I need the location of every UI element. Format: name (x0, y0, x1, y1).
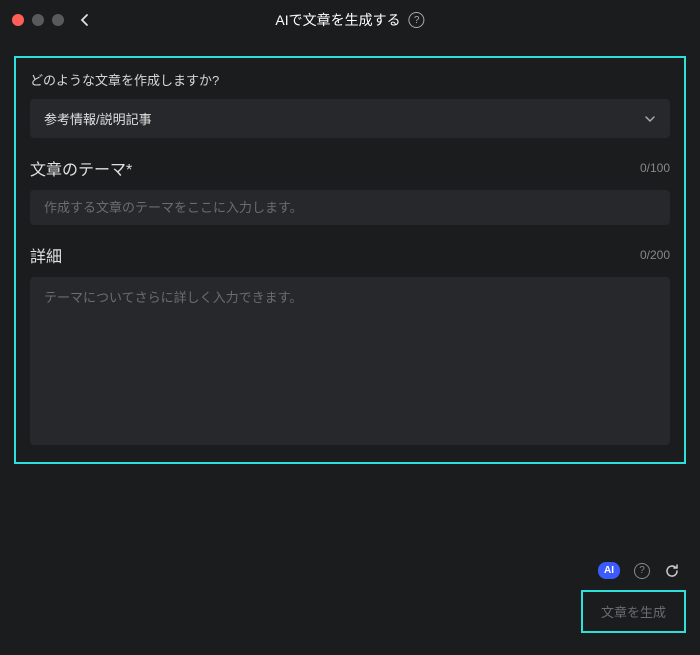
detail-label: 詳細 (30, 243, 62, 267)
help-icon[interactable]: ? (634, 563, 650, 579)
form-panel: どのような文章を作成しますか? 参考情報/説明記事 文章のテーマ* 0/100 … (14, 56, 686, 464)
theme-label-row: 文章のテーマ* 0/100 (30, 156, 670, 180)
back-button[interactable] (80, 13, 90, 27)
minimize-window-button[interactable] (32, 14, 44, 26)
theme-input[interactable] (30, 190, 670, 225)
type-label: どのような文章を作成しますか? (30, 70, 670, 89)
theme-counter: 0/100 (640, 161, 670, 175)
generate-button-label: 文章を生成 (601, 605, 666, 620)
detail-counter: 0/200 (640, 248, 670, 262)
help-icon[interactable]: ? (409, 12, 425, 28)
refresh-icon[interactable] (664, 563, 680, 579)
window-controls (12, 14, 64, 26)
detail-textarea[interactable] (30, 277, 670, 445)
close-window-button[interactable] (12, 14, 24, 26)
window-title-group: AIで文章を生成する ? (275, 10, 424, 30)
theme-label: 文章のテーマ* (30, 156, 132, 180)
type-select-value: 参考情報/説明記事 (44, 109, 152, 128)
chevron-left-icon (80, 13, 90, 27)
ai-badge-icon[interactable]: AI (598, 562, 620, 579)
bottom-toolbar: AI ? (598, 562, 680, 579)
detail-label-row: 詳細 0/200 (30, 243, 670, 267)
window-title: AIで文章を生成する (275, 10, 400, 30)
maximize-window-button[interactable] (52, 14, 64, 26)
type-select[interactable]: 参考情報/説明記事 (30, 99, 670, 138)
chevron-down-icon (644, 112, 656, 126)
titlebar: AIで文章を生成する ? (0, 0, 700, 40)
generate-button[interactable]: 文章を生成 (581, 590, 686, 633)
